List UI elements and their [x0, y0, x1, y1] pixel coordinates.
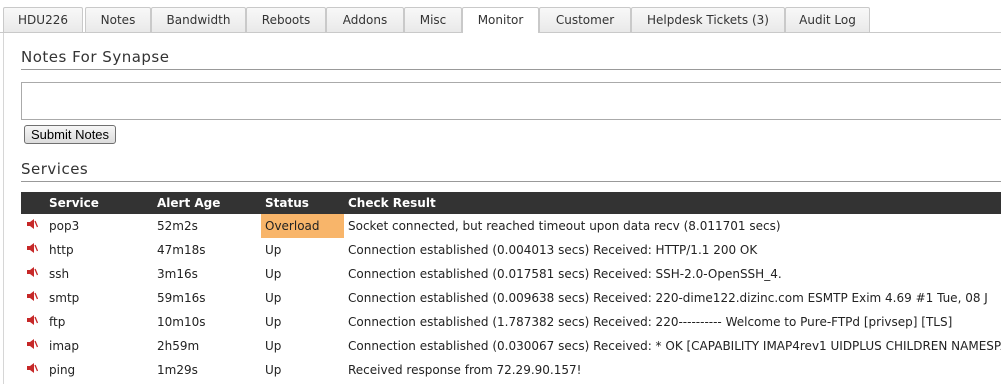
alert-age: 52m2s — [157, 219, 198, 233]
notes-input-wrapper — [21, 82, 1001, 120]
speaker-muted-icon[interactable] — [26, 286, 39, 301]
alert-age: 3m16s — [157, 267, 198, 281]
notes-section-title: Notes For Synapse — [21, 48, 170, 66]
speaker-muted-icon[interactable] — [26, 238, 39, 253]
table-row: ftp 10m10s Up Connection established (1.787… — [21, 310, 1001, 334]
status-cell: Overload — [261, 214, 344, 238]
tab-bandwidth[interactable]: Bandwidth — [151, 7, 246, 32]
service-name: ssh — [49, 267, 70, 281]
speaker-muted-icon[interactable] — [26, 358, 39, 373]
speaker-muted-icon[interactable] — [26, 214, 39, 229]
check-result: Connection established (0.017581 secs) R… — [348, 267, 782, 281]
service-name: pop3 — [49, 219, 80, 233]
status-cell: Up — [265, 315, 282, 329]
tab-audit-log[interactable]: Audit Log — [785, 7, 870, 32]
status-cell: Up — [265, 267, 282, 281]
tab-helpdesk-tickets[interactable]: Helpdesk Tickets (3) — [631, 7, 785, 32]
check-result: Connection established (0.009638 secs) R… — [348, 291, 988, 305]
services-table: Service Alert Age Status Check Result po… — [21, 192, 1001, 382]
header-status: Status — [265, 196, 309, 210]
tab-hdu226[interactable]: HDU226 — [3, 7, 83, 32]
service-name: smtp — [49, 291, 80, 305]
alert-age: 59m16s — [157, 291, 206, 305]
services-table-body: pop3 52m2s Overload Socket connected, but r… — [21, 214, 1001, 382]
table-row: http 47m18s Up Connection established (0.00… — [21, 238, 1001, 262]
service-name: http — [49, 243, 74, 257]
speaker-muted-icon[interactable] — [26, 334, 39, 349]
tab-customer[interactable]: Customer — [539, 7, 631, 32]
alert-age: 2h59m — [157, 339, 200, 353]
table-row: pop3 52m2s Overload Socket connected, but r… — [21, 214, 1001, 238]
header-alert-age: Alert Age — [157, 196, 221, 210]
check-result: Connection established (1.787382 secs) R… — [348, 315, 953, 329]
notes-input[interactable] — [22, 83, 1001, 119]
status-cell: Up — [265, 243, 282, 257]
check-result: Received response from 72.29.90.157! — [348, 363, 582, 377]
services-section-title: Services — [21, 160, 89, 178]
alert-age: 1m29s — [157, 363, 198, 377]
service-name: ftp — [49, 315, 66, 329]
status-cell: Up — [265, 363, 282, 377]
services-section-rule — [21, 181, 1001, 182]
table-row: ping 1m29s Up Received response from 72.29.… — [21, 358, 1001, 382]
alert-age: 10m10s — [157, 315, 206, 329]
check-result: Socket connected, but reached timeout up… — [348, 219, 781, 233]
check-result: Connection established (0.004013 secs) R… — [348, 243, 758, 257]
speaker-muted-icon[interactable] — [26, 262, 39, 277]
submit-notes-button[interactable]: Submit Notes — [24, 125, 117, 144]
status-cell: Up — [265, 339, 282, 353]
tab-bar: HDU226 Notes Bandwidth Reboots Addons Mi… — [0, 0, 1001, 33]
status-cell: Up — [265, 291, 282, 305]
tab-notes[interactable]: Notes — [85, 7, 151, 32]
tab-misc[interactable]: Misc — [404, 7, 462, 32]
service-name: imap — [49, 339, 79, 353]
tab-monitor[interactable]: Monitor — [462, 7, 539, 33]
tab-reboots[interactable]: Reboots — [246, 7, 326, 32]
header-service: Service — [49, 196, 99, 210]
table-row: smtp 59m16s Up Connection established (0.00… — [21, 286, 1001, 310]
header-check-result: Check Result — [348, 196, 436, 210]
check-result: Connection established (0.030067 secs) R… — [348, 339, 1001, 353]
content-left-border — [3, 33, 4, 384]
services-table-header: Service Alert Age Status Check Result — [21, 192, 1001, 214]
alert-age: 47m18s — [157, 243, 206, 257]
table-row: imap 2h59m Up Connection established (0.030… — [21, 334, 1001, 358]
speaker-muted-icon[interactable] — [26, 310, 39, 325]
tab-addons[interactable]: Addons — [326, 7, 404, 32]
service-name: ping — [49, 363, 76, 377]
table-row: ssh 3m16s Up Connection established (0.0175… — [21, 262, 1001, 286]
notes-section-rule — [21, 69, 1001, 70]
